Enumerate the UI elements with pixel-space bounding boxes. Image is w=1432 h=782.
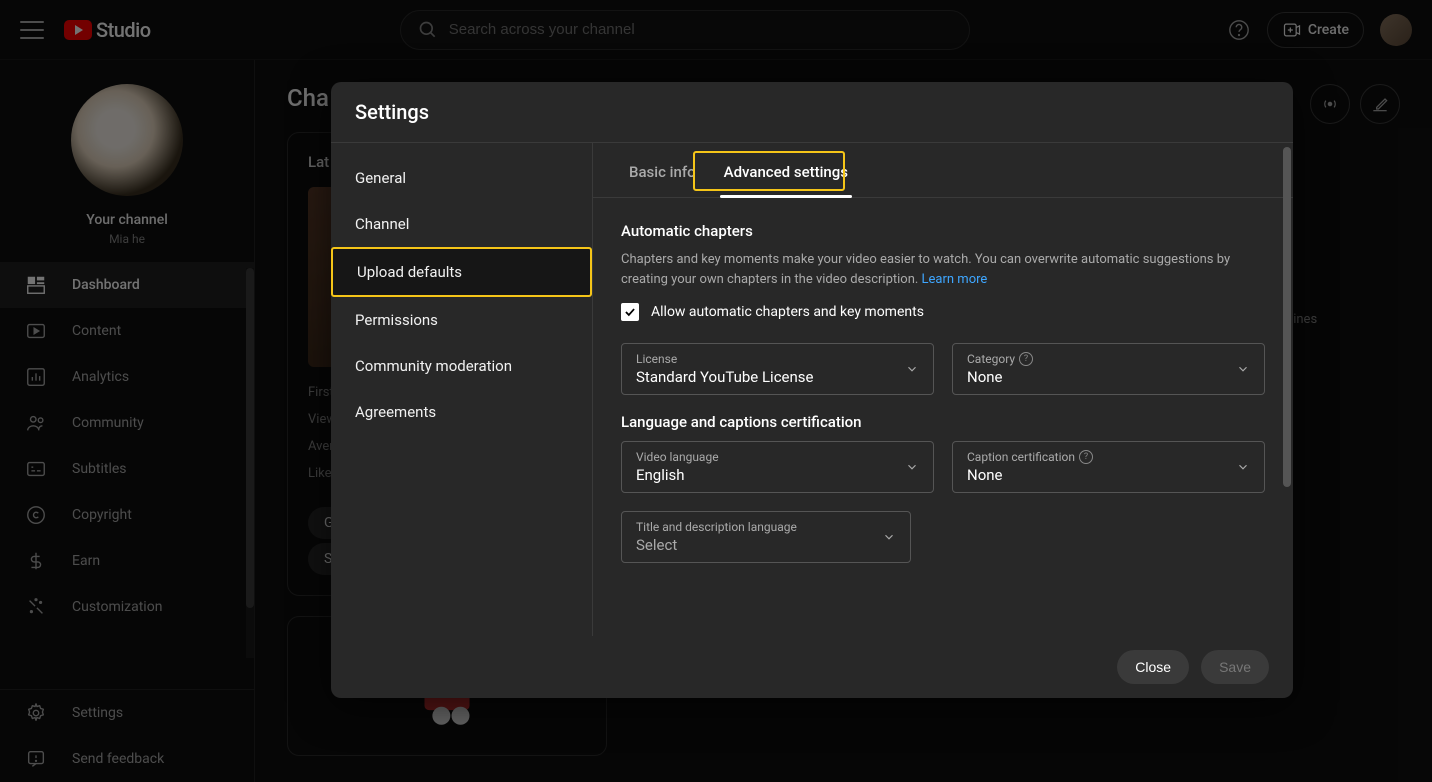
select-category[interactable]: Category ? None [952, 343, 1265, 395]
section-title-auto-chapters: Automatic chapters [621, 222, 1265, 240]
select-label: License [636, 352, 919, 366]
modal-footer: Close Save [331, 636, 1293, 698]
help-icon[interactable]: ? [1079, 450, 1093, 464]
settings-nav-channel[interactable]: Channel [331, 201, 592, 247]
chevron-down-icon [905, 362, 919, 376]
settings-nav-upload-defaults[interactable]: Upload defaults [331, 247, 592, 297]
select-value: None [967, 368, 1250, 386]
settings-nav-community-moderation[interactable]: Community moderation [331, 343, 592, 389]
select-label: Caption certification ? [967, 450, 1250, 464]
form-row: Video language English Caption certifica… [621, 441, 1265, 493]
learn-more-link[interactable]: Learn more [922, 272, 988, 287]
chevron-down-icon [1236, 460, 1250, 474]
select-license[interactable]: License Standard YouTube License [621, 343, 934, 395]
modal-body: General Channel Upload defaults Permissi… [331, 142, 1293, 636]
checkbox-label: Allow automatic chapters and key moments [651, 304, 924, 320]
checkbox-auto-chapters[interactable] [621, 303, 639, 321]
settings-nav: General Channel Upload defaults Permissi… [331, 143, 593, 636]
chevron-down-icon [1236, 362, 1250, 376]
form-row: License Standard YouTube License Categor… [621, 343, 1265, 395]
close-button[interactable]: Close [1117, 650, 1189, 684]
settings-modal: Settings General Channel Upload defaults… [331, 82, 1293, 698]
select-title-desc-language[interactable]: Title and description language Select [621, 511, 911, 563]
select-value: English [636, 466, 919, 484]
settings-nav-general[interactable]: General [331, 155, 592, 201]
select-value: Standard YouTube License [636, 368, 919, 386]
select-caption-certification[interactable]: Caption certification ? None [952, 441, 1265, 493]
modal-scrollbar[interactable] [1283, 147, 1291, 487]
chevron-down-icon [882, 530, 896, 544]
select-label: Video language [636, 450, 919, 464]
checkbox-row-auto-chapters: Allow automatic chapters and key moments [621, 303, 1265, 321]
settings-form: Automatic chapters Chapters and key mome… [593, 198, 1293, 634]
form-row: Title and description language Select [621, 511, 1265, 563]
settings-nav-agreements[interactable]: Agreements [331, 389, 592, 435]
modal-title: Settings [331, 82, 1293, 142]
select-value: None [967, 466, 1250, 484]
tabs: Basic info Advanced settings [593, 143, 1293, 198]
tab-advanced-settings[interactable]: Advanced settings [712, 143, 860, 197]
section-desc: Chapters and key moments make your video… [621, 250, 1265, 289]
modal-content: Basic info Advanced settings Automatic c… [593, 143, 1293, 636]
select-value: Select [636, 536, 896, 554]
tab-basic-info[interactable]: Basic info [617, 143, 708, 197]
chevron-down-icon [905, 460, 919, 474]
save-button[interactable]: Save [1201, 650, 1269, 684]
help-icon[interactable]: ? [1019, 352, 1033, 366]
select-video-language[interactable]: Video language English [621, 441, 934, 493]
select-label: Category ? [967, 352, 1250, 366]
select-label: Title and description language [636, 520, 896, 534]
settings-nav-permissions[interactable]: Permissions [331, 297, 592, 343]
section-title-language: Language and captions certification [621, 413, 1265, 431]
